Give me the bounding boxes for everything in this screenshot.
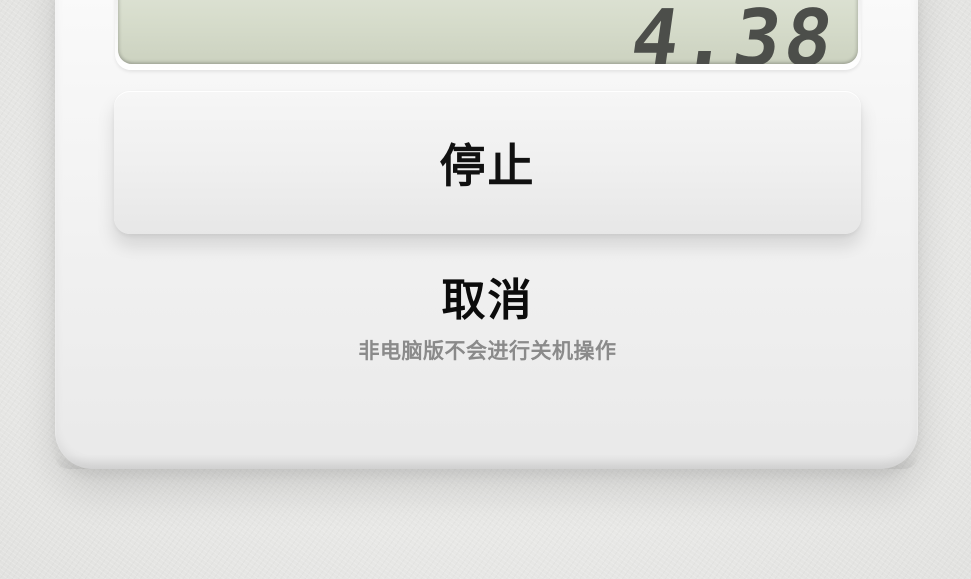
lcd-display-bezel: 4.38 — [115, 0, 861, 70]
lcd-display: 4.38 — [118, 0, 858, 64]
stop-button-label: 停止 — [439, 138, 536, 193]
cancel-button-label: 取消 — [441, 275, 534, 326]
timer-device-panel: 4.38 停止 取消 非电脑版不会进行关机操作 — [55, 0, 918, 469]
cancel-button[interactable]: 取消 非电脑版不会进行关机操作 — [129, 258, 846, 396]
cancel-note: 非电脑版不会进行关机操作 — [358, 338, 617, 363]
lcd-readout: 4.38 — [625, 0, 843, 64]
stop-button[interactable]: 停止 — [114, 91, 861, 234]
